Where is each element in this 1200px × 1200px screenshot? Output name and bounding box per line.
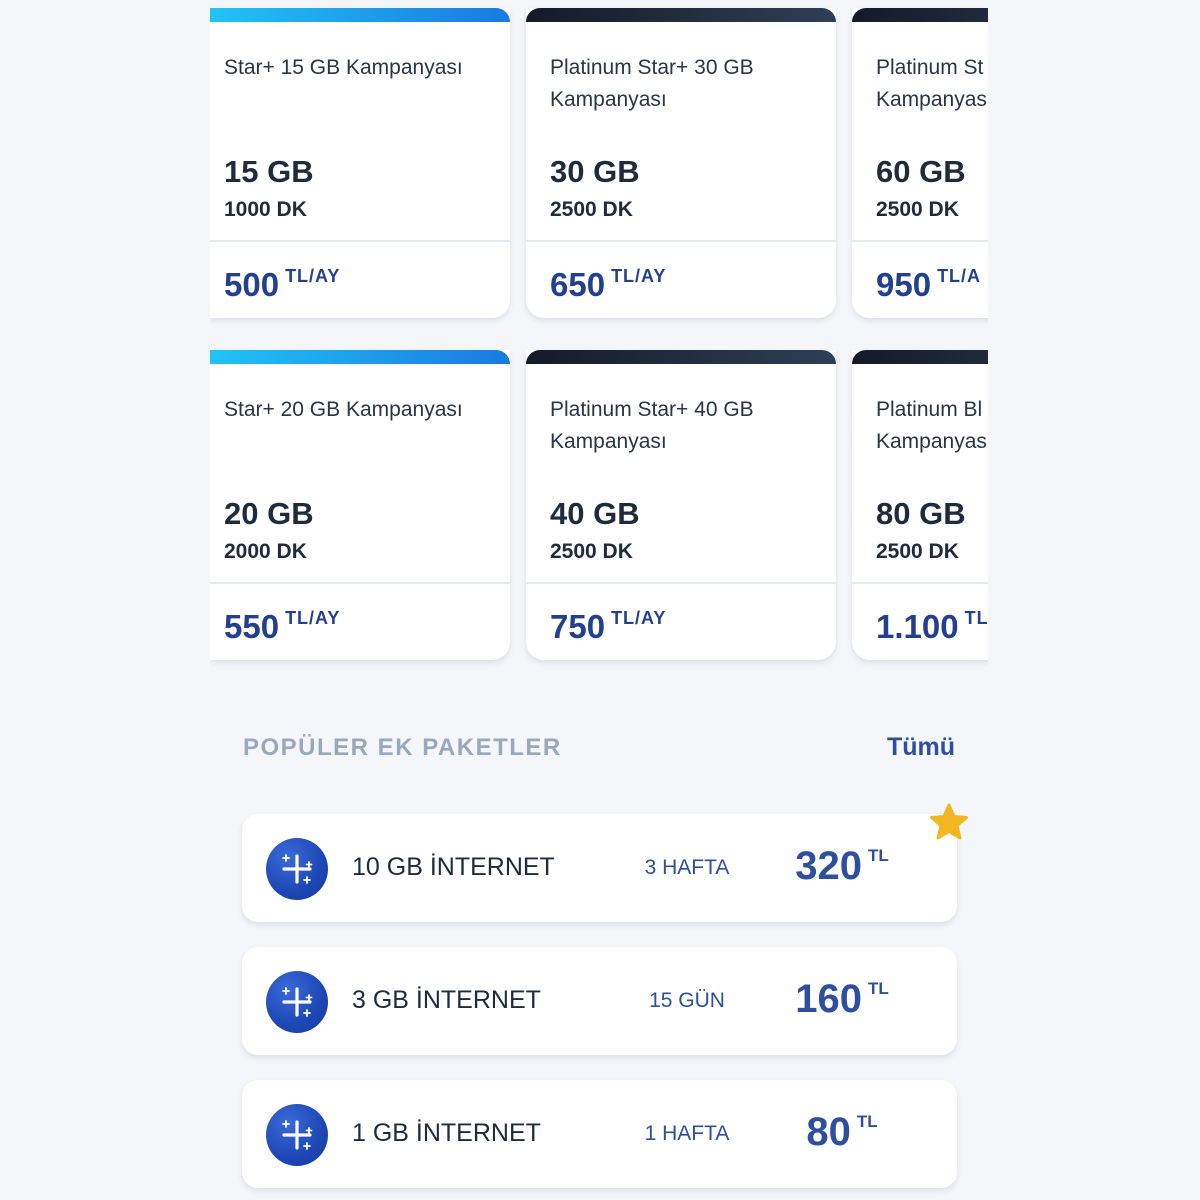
addon-duration: 3 HAFTA [644,856,730,879]
addon-price-value: 320 [795,844,862,888]
campaign-row: Star+ 20 GB Kampanyası 20 GB 2000 DK 550… [210,350,988,662]
price-value: 950 [876,266,932,303]
card-divider [526,582,836,584]
addon-duration: 15 GÜN [649,989,725,1012]
card-accent-bar [526,350,836,364]
campaign-row: Star+ 15 GB Kampanyası 15 GB 1000 DK 500… [210,8,988,320]
card-divider [210,240,510,242]
campaign-card-star-15gb[interactable]: Star+ 15 GB Kampanyası 15 GB 1000 DK 500… [210,8,510,318]
campaign-data-amount: 20 GB [224,496,314,531]
addon-price-unit: TL [867,979,889,998]
campaign-data-amount: 40 GB [550,496,640,531]
campaign-price: 500 TL/AY [224,266,340,304]
price-unit: TL/AY [611,608,667,628]
addon-name: 3 GB İNTERNET [352,986,541,1014]
price-unit: TL [964,608,988,628]
featured-star-icon [928,802,970,847]
see-all-link[interactable]: Tümü [887,733,955,762]
addon-price-unit: TL [867,846,889,865]
campaign-data-amount: 30 GB [550,154,640,189]
card-accent-bar [852,350,988,364]
addon-price: 160 TL [762,977,922,1022]
sparkle-plus-icon [266,838,328,900]
campaign-title: Platinum Star+ 30 GB Kampanyası [550,56,754,111]
addon-package-10gb[interactable]: 10 GB İNTERNET 3 HAFTA 320 TL [242,814,957,922]
campaign-data-amount: 15 GB [224,154,314,189]
addon-price-value: 160 [795,977,862,1021]
card-accent-bar [210,350,510,364]
campaign-data-amount: 80 GB [876,496,966,531]
card-divider [526,240,836,242]
campaign-price: 1.100 TL [876,608,988,646]
campaign-minutes: 1000 DK [224,198,307,221]
campaign-card-platinum-80gb[interactable]: Platinum Bl Kampanyas 80 GB 2500 DK 1.10… [852,350,988,660]
campaign-title: Star+ 15 GB Kampanyası [224,56,463,79]
campaign-card-star-20gb[interactable]: Star+ 20 GB Kampanyası 20 GB 2000 DK 550… [210,350,510,660]
price-value: 500 [224,266,280,303]
campaign-minutes: 2500 DK [876,198,959,221]
price-value: 550 [224,608,280,645]
campaign-card-platinum-40gb[interactable]: Platinum Star+ 40 GB Kampanyası 40 GB 25… [526,350,836,660]
addon-price-value: 80 [806,1110,851,1154]
addon-price: 80 TL [762,1110,922,1155]
price-value: 1.100 [876,608,959,645]
section-title: POPÜLER EK PAKETLER [243,734,562,761]
campaign-title: Star+ 20 GB Kampanyası [224,398,463,421]
card-accent-bar [526,8,836,22]
campaign-price: 750 TL/AY [550,608,666,646]
addon-price-unit: TL [856,1112,878,1131]
campaign-price: 550 TL/AY [224,608,340,646]
campaign-price: 650 TL/AY [550,266,666,304]
campaign-title: Platinum Bl Kampanyas [876,398,987,453]
campaign-data-amount: 60 GB [876,154,966,189]
addon-name: 10 GB İNTERNET [352,853,555,881]
card-divider [852,582,988,584]
campaign-minutes: 2000 DK [224,540,307,563]
price-unit: TL/AY [611,266,667,286]
campaign-title: Platinum Star+ 40 GB Kampanyası [550,398,754,453]
price-value: 750 [550,608,606,645]
addon-price: 320 TL [762,844,922,889]
campaign-title: Platinum St Kampanyas [876,56,987,111]
sparkle-plus-icon [266,971,328,1033]
addon-package-3gb[interactable]: 3 GB İNTERNET 15 GÜN 160 TL [242,947,957,1055]
card-divider [210,582,510,584]
price-unit: TL/AY [285,266,341,286]
price-value: 650 [550,266,606,303]
campaign-price: 950 TL/A [876,266,981,304]
campaign-card-platinum-60gb[interactable]: Platinum St Kampanyas 60 GB 2500 DK 950 T… [852,8,988,318]
sparkle-plus-icon [266,1104,328,1166]
card-accent-bar [852,8,988,22]
card-divider [852,240,988,242]
price-unit: TL/A [937,266,982,286]
addon-name: 1 GB İNTERNET [352,1119,541,1147]
campaign-minutes: 2500 DK [550,198,633,221]
price-unit: TL/AY [285,608,341,628]
campaign-card-platinum-30gb[interactable]: Platinum Star+ 30 GB Kampanyası 30 GB 25… [526,8,836,318]
addon-duration: 1 HAFTA [644,1122,730,1145]
card-accent-bar [210,8,510,22]
campaign-minutes: 2500 DK [876,540,959,563]
campaign-minutes: 2500 DK [550,540,633,563]
addon-package-1gb[interactable]: 1 GB İNTERNET 1 HAFTA 80 TL [242,1080,957,1188]
campaign-carousel: Star+ 15 GB Kampanyası 15 GB 1000 DK 500… [210,0,988,680]
